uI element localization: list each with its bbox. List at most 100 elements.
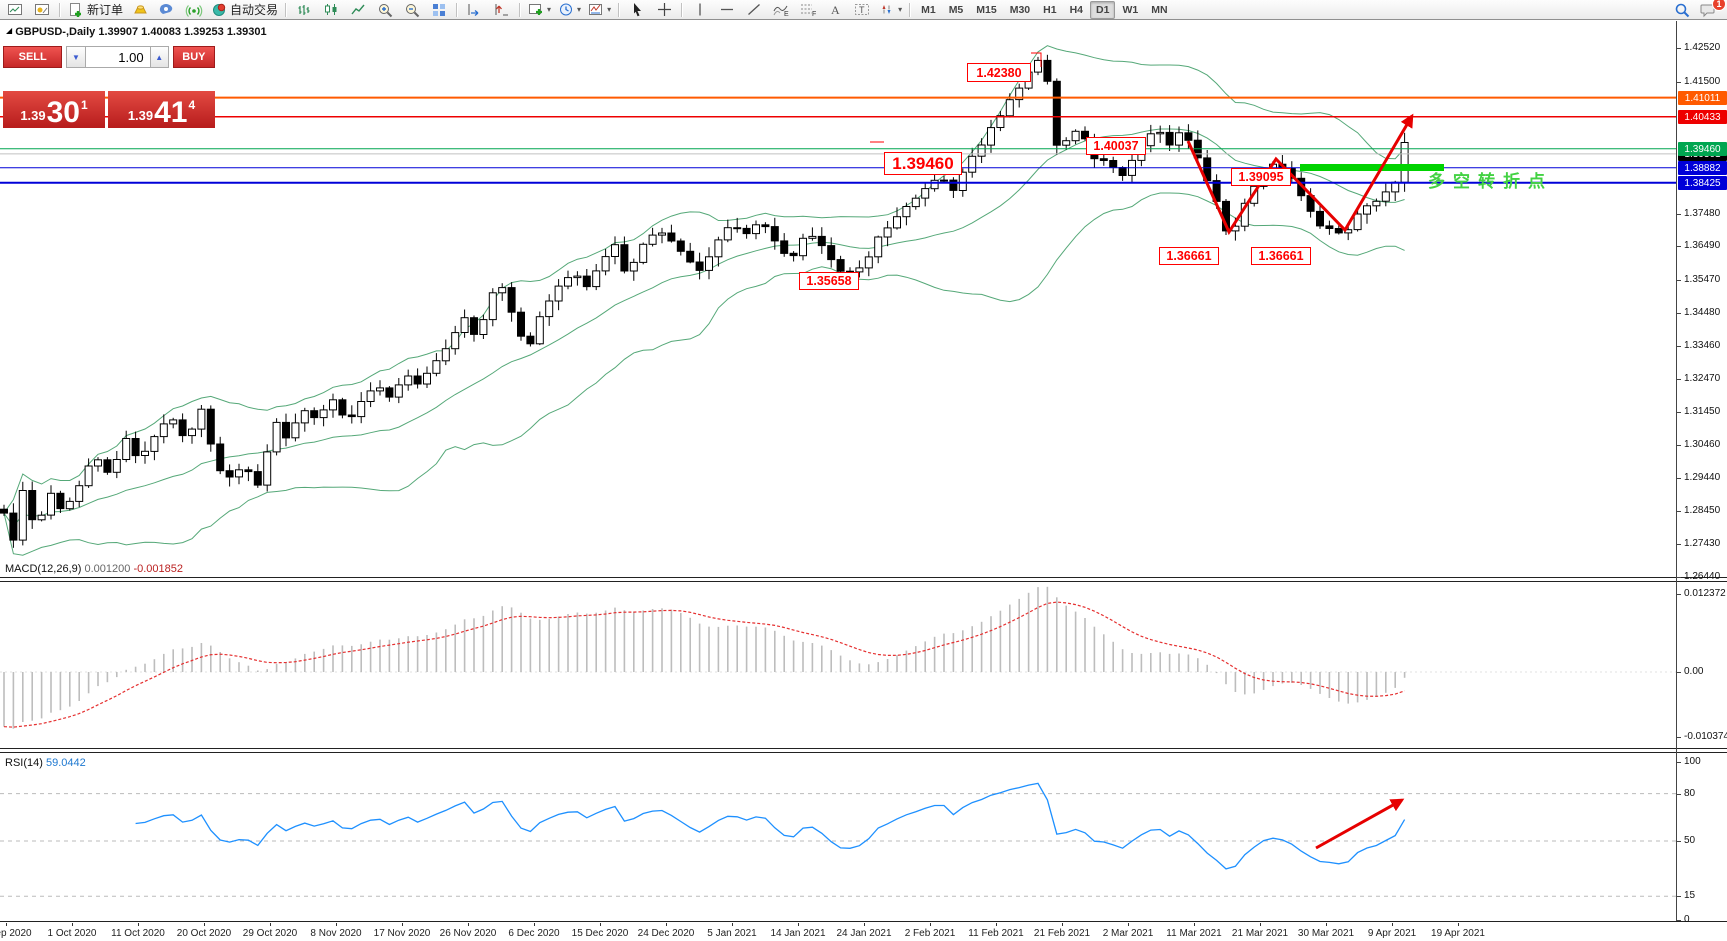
price-tick-label: 1.29440 — [1684, 472, 1720, 483]
candle — [461, 318, 468, 333]
date-tick — [204, 923, 205, 926]
price-annotation[interactable]: 1.36661 — [1251, 247, 1311, 265]
volume-increase-button[interactable]: ▲ — [150, 46, 169, 68]
price-annotation[interactable]: 1.39095 — [1231, 168, 1291, 186]
date-label: 9 Apr 2021 — [1368, 928, 1416, 939]
community-icon[interactable] — [154, 0, 180, 20]
macd-panel[interactable] — [0, 582, 1676, 748]
arrows-dropdown[interactable]: ▾ — [876, 0, 905, 20]
channel-tool[interactable]: E — [768, 0, 794, 20]
autotrade-button[interactable]: 自动交易 — [208, 0, 281, 20]
trendline-tool[interactable] — [741, 0, 767, 20]
macd-tick — [1676, 594, 1681, 595]
timeframe-W1[interactable]: W1 — [1116, 1, 1144, 19]
candle — [132, 439, 139, 456]
candle — [790, 253, 797, 255]
date-label: 24 Dec 2020 — [638, 928, 695, 939]
timeframe-MN[interactable]: MN — [1145, 1, 1173, 19]
chevron-down-icon: ▾ — [577, 6, 581, 14]
timeframe-D1[interactable]: D1 — [1090, 1, 1115, 19]
volume-decrease-button[interactable]: ▼ — [66, 46, 85, 68]
price-annotation[interactable]: 1.36661 — [1159, 247, 1219, 265]
timeframe-M1[interactable]: M1 — [915, 1, 942, 19]
fibonacci-tool[interactable]: F — [795, 0, 821, 20]
price-tick-label: 1.31450 — [1684, 406, 1720, 417]
timeframe-M5[interactable]: M5 — [943, 1, 970, 19]
rsi-tick — [1676, 794, 1681, 795]
new-chart-dropdown[interactable]: ▾ — [525, 0, 554, 20]
sell-button[interactable]: SELL — [3, 46, 62, 68]
price-annotation[interactable]: 1.35658 — [799, 272, 859, 290]
date-label: 8 Nov 2020 — [310, 928, 361, 939]
zoom-out-button[interactable] — [399, 0, 425, 20]
candle — [1157, 132, 1164, 133]
chart-window-icon[interactable] — [2, 0, 28, 20]
candle — [922, 189, 929, 199]
sell-price-point: 1 — [81, 98, 88, 112]
date-label: 2 Mar 2021 — [1103, 928, 1154, 939]
candle — [800, 238, 807, 255]
hline-tool[interactable] — [714, 0, 740, 20]
new-order-button[interactable]: 新订单 — [65, 0, 126, 20]
macd-tick-label: 0.00 — [1684, 666, 1703, 677]
chart-candles-button[interactable] — [318, 0, 344, 20]
candle — [1176, 133, 1183, 145]
candle — [640, 244, 647, 262]
candle — [969, 156, 976, 172]
main-price-chart[interactable] — [0, 21, 1676, 577]
candle — [311, 411, 318, 418]
candle — [574, 276, 581, 278]
cursor-button[interactable] — [624, 0, 650, 20]
price-tick — [1676, 313, 1681, 314]
candle — [818, 236, 825, 245]
toolbar-separator — [285, 3, 287, 17]
label-tool[interactable]: T — [849, 0, 875, 20]
candle — [66, 501, 73, 508]
timeframe-H4[interactable]: H4 — [1064, 1, 1089, 19]
timeframe-H1[interactable]: H1 — [1037, 1, 1062, 19]
rsi-trend-arrow — [1316, 800, 1402, 848]
buy-button[interactable]: BUY — [173, 46, 215, 68]
crosshair-button[interactable] — [651, 0, 677, 20]
rsi-name: RSI(14) — [5, 757, 43, 769]
rsi-tick — [1676, 896, 1681, 897]
period-dropdown[interactable]: ▾ — [555, 0, 584, 20]
date-tick — [600, 923, 601, 926]
rsi-panel[interactable] — [0, 753, 1676, 921]
date-label: 5 Jan 2021 — [707, 928, 757, 939]
chart-bars-button[interactable] — [291, 0, 317, 20]
price-annotation[interactable]: 1.40037 — [1086, 137, 1146, 155]
chart-shift-button[interactable] — [489, 0, 515, 20]
profile-icon[interactable] — [29, 0, 55, 20]
candle — [828, 246, 835, 260]
chat-button[interactable]: 1 — [1695, 0, 1721, 20]
price-annotation[interactable]: 1.42380 — [967, 63, 1031, 82]
deposit-icon[interactable] — [127, 0, 153, 20]
signal-icon[interactable] — [181, 0, 207, 20]
price-annotation[interactable]: 1.39460 — [884, 152, 962, 175]
timeframe-M30[interactable]: M30 — [1004, 1, 1036, 19]
volume-input[interactable] — [86, 46, 150, 68]
candle — [245, 470, 252, 472]
candle — [1185, 133, 1192, 141]
vline-tool[interactable] — [687, 0, 713, 20]
template-dropdown[interactable]: ▾ — [585, 0, 614, 20]
candle — [649, 235, 656, 244]
chevron-down-icon: ▾ — [547, 6, 551, 14]
date-label: 30 Mar 2021 — [1298, 928, 1354, 939]
timeframe-M15[interactable]: M15 — [970, 1, 1002, 19]
zoom-in-button[interactable] — [372, 0, 398, 20]
tile-windows-button[interactable] — [426, 0, 452, 20]
turning-point-note[interactable]: 多空转折点 — [1428, 167, 1553, 192]
candle — [207, 409, 214, 444]
candle — [781, 241, 788, 254]
date-tick — [1194, 923, 1195, 926]
sell-price-tile[interactable]: 1.39 30 1 — [3, 91, 105, 128]
autoscroll-button[interactable] — [462, 0, 488, 20]
text-tool[interactable]: A — [822, 0, 848, 20]
chart-line-button[interactable] — [345, 0, 371, 20]
candle — [1044, 60, 1051, 81]
buy-price-tile[interactable]: 1.39 41 4 — [108, 91, 215, 128]
rsi-tick-label: 80 — [1684, 788, 1695, 799]
search-button[interactable] — [1669, 0, 1695, 20]
